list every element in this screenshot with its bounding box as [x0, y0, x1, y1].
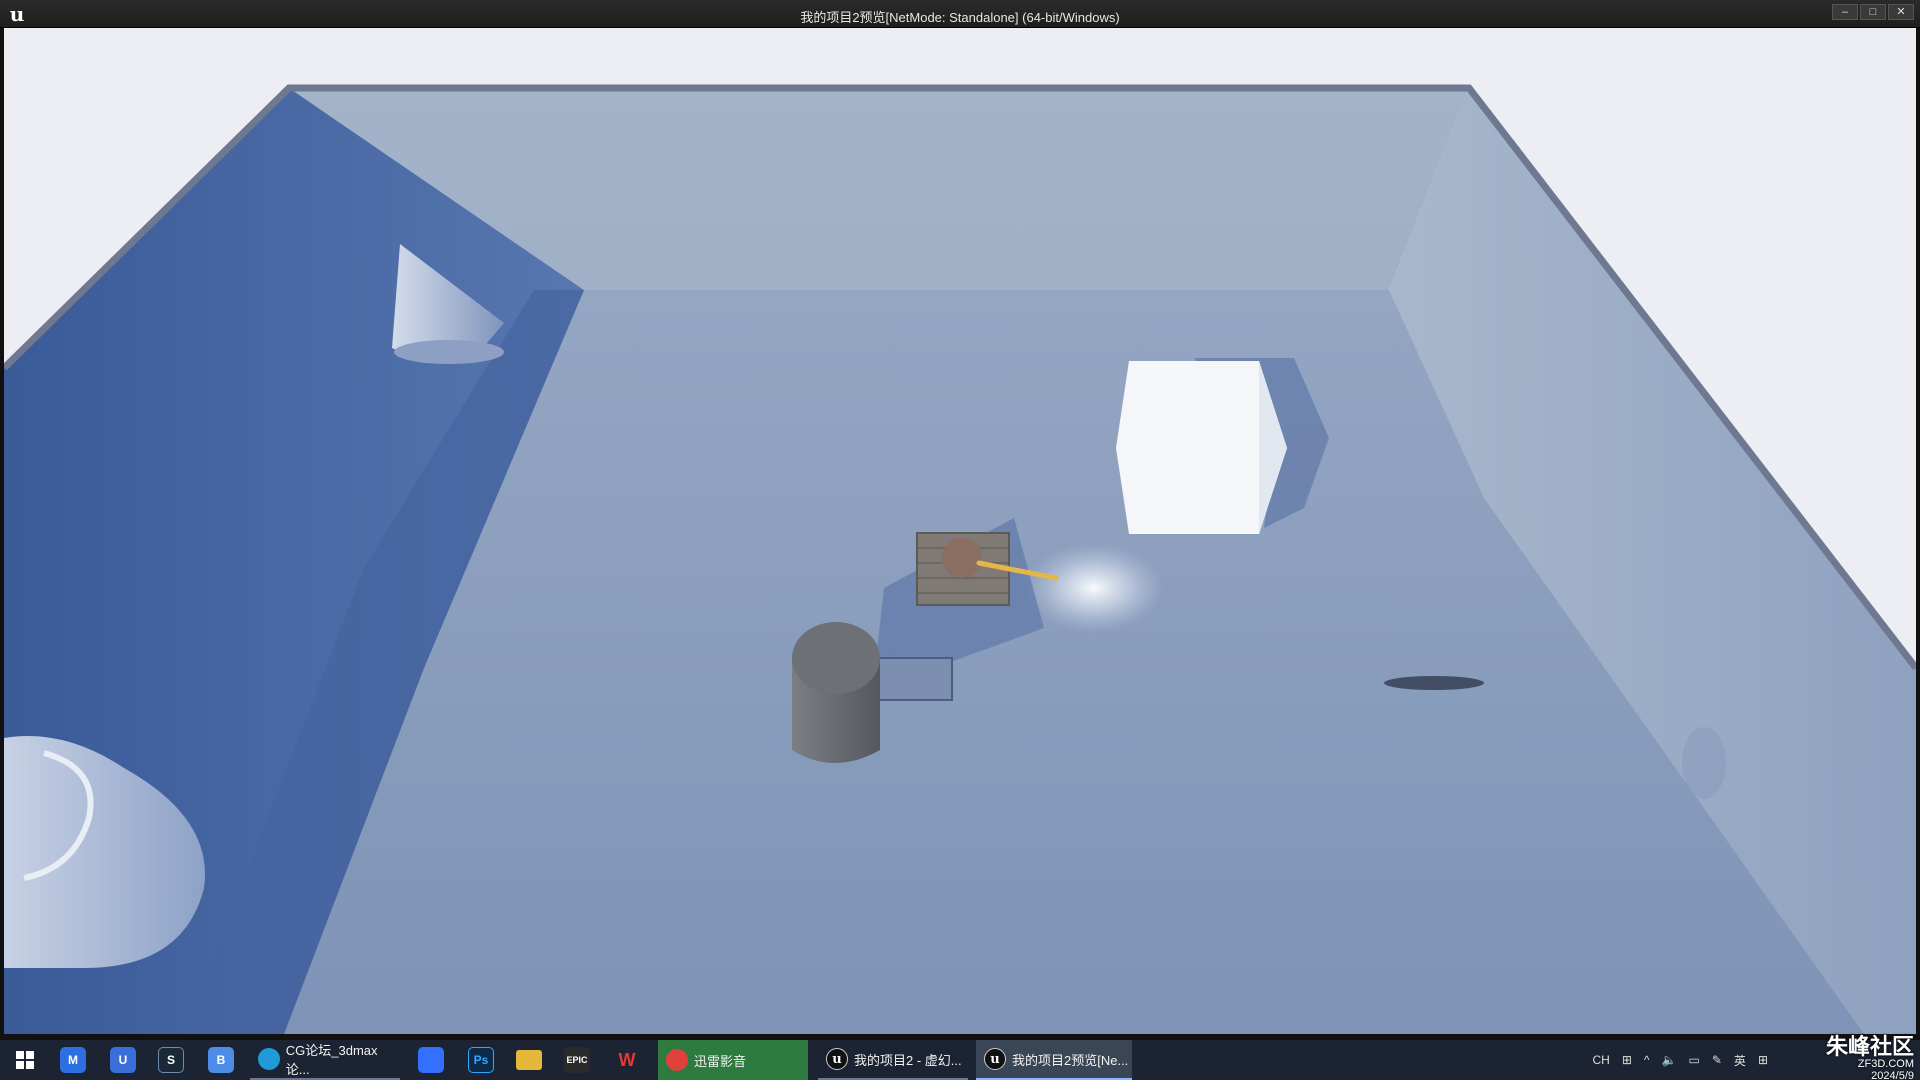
pen-icon[interactable]: ✎ — [1712, 1053, 1722, 1067]
window-title: 我的项目2预览[NetMode: Standalone] (64-bit/Win… — [800, 10, 1120, 25]
photoshop-icon: Ps — [468, 1047, 494, 1073]
taskbar-app-label: CG论坛_3dmax论... — [285, 1043, 378, 1077]
keyboard-icon[interactable]: ⊞ — [1622, 1053, 1632, 1067]
wps-icon: W — [618, 1049, 636, 1070]
window-controls: – □ ✕ — [1832, 4, 1914, 20]
taskbar: M U S B CG论坛_3dmax论... Ps EPIC W 迅雷影音 u … — [0, 1040, 1920, 1080]
watermark-main: 朱峰社区 — [1825, 1034, 1914, 1059]
input-language[interactable]: CH — [1593, 1053, 1610, 1067]
maxthon-icon: M — [60, 1047, 86, 1073]
epic-games-icon: EPIC — [564, 1047, 590, 1073]
spotlight-glow — [1024, 543, 1164, 633]
taskbar-pin-maxthon[interactable]: M — [60, 1040, 86, 1080]
taskbar-app-unreal-preview[interactable]: u 我的项目2预览[Ne... — [976, 1040, 1132, 1080]
taskbar-app-explorer[interactable] — [516, 1040, 542, 1080]
maximize-button[interactable]: □ — [1860, 4, 1886, 20]
taskbar-app-feishu[interactable] — [418, 1040, 444, 1080]
tank-turret — [942, 538, 982, 578]
unity-hub-icon: U — [110, 1047, 136, 1073]
network-icon[interactable]: ▭ — [1689, 1053, 1700, 1067]
unreal-editor-icon: u — [826, 1048, 848, 1070]
taskbar-app-unreal-editor[interactable]: u 我的项目2 - 虚幻... — [818, 1040, 968, 1080]
watermark: 朱峰社区 ZF3D.COM 2024/5/9 — [1826, 1036, 1914, 1080]
taskbar-app-label: 迅雷影音 — [694, 1053, 747, 1069]
ime-mode[interactable]: 英 — [1734, 1052, 1746, 1069]
watermark-sub: ZF3D.COM — [1857, 1058, 1914, 1070]
game-viewport[interactable] — [4, 28, 1916, 1034]
tray-overflow-chevron[interactable]: ^ — [1644, 1053, 1650, 1067]
ime-grid-icon[interactable]: ⊞ — [1758, 1053, 1768, 1067]
edge-icon — [258, 1048, 280, 1070]
minimize-button[interactable]: – — [1832, 4, 1858, 20]
taskbar-app-photoshop[interactable]: Ps — [468, 1040, 494, 1080]
taskbar-pin-baidu[interactable]: B — [208, 1040, 234, 1080]
baidu-netdisk-icon: B — [208, 1047, 234, 1073]
taskbar-pin-unity[interactable]: U — [110, 1040, 136, 1080]
clock-date: 2024/5/9 — [1871, 1070, 1914, 1080]
feishu-icon — [418, 1047, 444, 1073]
taskbar-app-label: 我的项目2 - 虚幻... — [854, 1052, 962, 1068]
metal-slab — [871, 657, 953, 701]
xunlei-player-icon — [666, 1049, 688, 1071]
floor-decal — [1384, 676, 1484, 690]
taskbar-app-xunlei[interactable]: 迅雷影音 — [658, 1040, 808, 1080]
volume-icon[interactable]: 🔈 — [1662, 1053, 1677, 1067]
windows-start-icon — [12, 1047, 38, 1073]
steam-icon: S — [158, 1047, 184, 1073]
taskbar-pin-steam[interactable]: S — [158, 1040, 184, 1080]
scene-render — [4, 84, 1916, 1034]
taskbar-app-edge[interactable]: CG论坛_3dmax论... — [250, 1040, 400, 1080]
file-explorer-icon — [516, 1050, 542, 1070]
taskbar-app-epic[interactable]: EPIC — [564, 1040, 590, 1080]
window-titlebar: u 我的项目2预览[NetMode: Standalone] (64-bit/W… — [0, 0, 1920, 28]
close-button[interactable]: ✕ — [1888, 4, 1914, 20]
taskbar-app-wps[interactable]: W — [614, 1040, 640, 1080]
start-button[interactable] — [12, 1040, 38, 1080]
unreal-preview-icon: u — [984, 1048, 1006, 1070]
taskbar-app-label: 我的项目2预览[Ne... — [1012, 1052, 1129, 1068]
